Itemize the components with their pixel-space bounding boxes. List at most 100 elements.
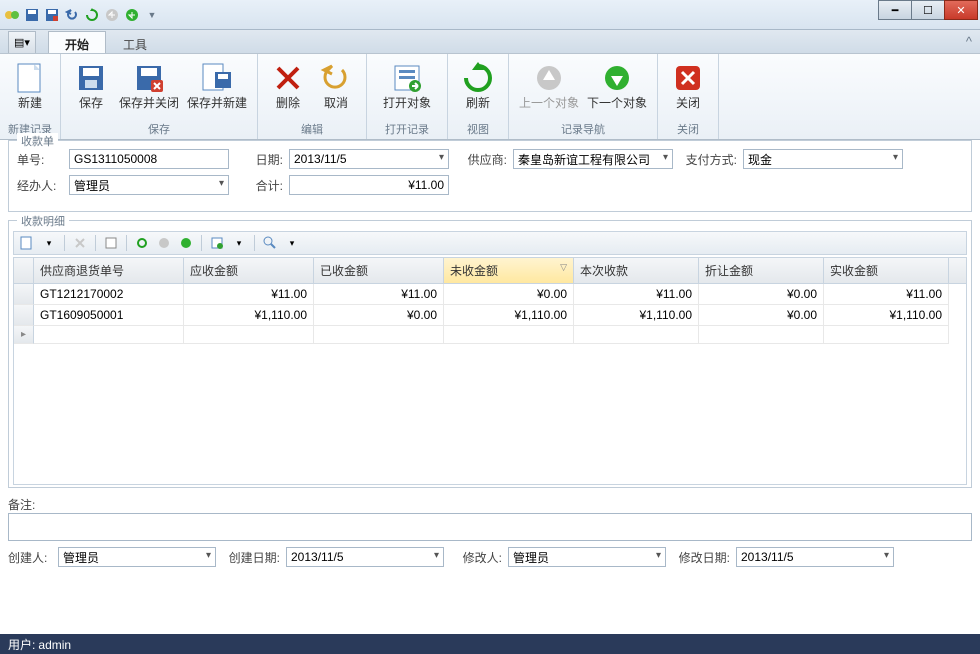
table-row[interactable]: GT1609050001 ¥1,110.00 ¥0.00 ¥1,110.00 ¥…: [14, 305, 966, 326]
header-fieldset: 收款单 单号: GS1311050008 日期: 2013/11/5 供应商: …: [8, 140, 972, 212]
col-thispay[interactable]: 本次收款: [574, 258, 699, 283]
ribbon: 新建 新建记录 保存 保存并关闭 保存并新建 保存 删除: [0, 54, 980, 140]
creator-input[interactable]: 管理员: [58, 547, 216, 567]
cell-due[interactable]: ¥1,110.00: [184, 305, 314, 326]
new-button[interactable]: 新建: [6, 58, 54, 121]
group-label-view: 视图: [467, 121, 489, 139]
maximize-button[interactable]: ☐: [911, 0, 945, 20]
content-area: 收款单 单号: GS1311050008 日期: 2013/11/5 供应商: …: [8, 140, 972, 634]
grid-toolbar: ▾ ▾ ▾: [13, 231, 967, 255]
cell-unreceived[interactable]: ¥0.00: [444, 284, 574, 305]
next-object-button[interactable]: 下一个对象: [583, 58, 651, 121]
quick-prev-icon[interactable]: [104, 7, 120, 23]
grid-header-indicator[interactable]: [14, 258, 34, 283]
cell-thispay[interactable]: ¥1,110.00: [574, 305, 699, 326]
save-close-button[interactable]: 保存并关闭: [115, 58, 183, 121]
handler-input[interactable]: 管理员: [69, 175, 229, 195]
down-arrow-icon: [601, 62, 633, 94]
quick-save-icon[interactable]: [24, 7, 40, 23]
filter-icon[interactable]: ▽: [560, 262, 567, 273]
grid-refresh-icon[interactable]: [133, 234, 151, 252]
save-button[interactable]: 保存: [67, 58, 115, 121]
cell-actual[interactable]: ¥1,110.00: [824, 305, 949, 326]
grid-header: 供应商退货单号 应收金额 已收金额 未收金额▽ 本次收款 折让金额 实收金额: [14, 258, 966, 284]
table-row-new[interactable]: ▸: [14, 326, 966, 344]
quick-undo-icon[interactable]: [64, 7, 80, 23]
grid-search-icon[interactable]: [261, 234, 279, 252]
col-actual[interactable]: 实收金额: [824, 258, 949, 283]
col-due[interactable]: 应收金额: [184, 258, 314, 283]
title-bar: ▼ ━ ☐ ✕: [0, 0, 980, 30]
total-input[interactable]: ¥11.00: [289, 175, 449, 195]
createdate-input[interactable]: 2013/11/5: [286, 547, 444, 567]
cell-returnno[interactable]: GT1609050001: [34, 305, 184, 326]
refresh-button[interactable]: 刷新: [454, 58, 502, 121]
col-received[interactable]: 已收金额: [314, 258, 444, 283]
ribbon-group-view: 刷新 视图: [448, 54, 509, 139]
cell-unreceived[interactable]: ¥1,110.00: [444, 305, 574, 326]
supplier-label: 供应商:: [455, 151, 507, 168]
save-new-icon: [201, 62, 233, 94]
tab-tools[interactable]: 工具: [106, 31, 164, 53]
app-menu-button[interactable]: ▤▾: [8, 31, 36, 53]
grid-body: GT1212170002 ¥11.00 ¥11.00 ¥0.00 ¥11.00 …: [14, 284, 966, 484]
delete-icon: [272, 62, 304, 94]
cell-received[interactable]: ¥11.00: [314, 284, 444, 305]
ribbon-collapse-icon[interactable]: ^: [966, 34, 972, 49]
group-label-open: 打开记录: [385, 121, 429, 139]
open-object-button[interactable]: 打开对象: [373, 58, 441, 121]
supplier-input[interactable]: 秦皇岛新谊工程有限公司: [513, 149, 673, 169]
paytype-label: 支付方式:: [679, 151, 737, 168]
date-input[interactable]: 2013/11/5: [289, 149, 449, 169]
cell-discount[interactable]: ¥0.00: [699, 305, 824, 326]
table-row[interactable]: GT1212170002 ¥11.00 ¥11.00 ¥0.00 ¥11.00 …: [14, 284, 966, 305]
grid-export-icon[interactable]: [208, 234, 226, 252]
col-unreceived[interactable]: 未收金额▽: [444, 258, 574, 283]
billno-input[interactable]: GS1311050008: [69, 149, 229, 169]
col-returnno[interactable]: 供应商退货单号: [34, 258, 184, 283]
status-user-label: 用户:: [8, 638, 35, 652]
cell-returnno[interactable]: GT1212170002: [34, 284, 184, 305]
grid-export-dropdown-icon[interactable]: ▾: [230, 234, 248, 252]
close-button[interactable]: 关闭: [664, 58, 712, 121]
save-new-button[interactable]: 保存并新建: [183, 58, 251, 121]
modifydate-input[interactable]: 2013/11/5: [736, 547, 894, 567]
grid-next-icon[interactable]: [177, 234, 195, 252]
refresh-icon: [462, 62, 494, 94]
cell-discount[interactable]: ¥0.00: [699, 284, 824, 305]
grid-delete-icon[interactable]: [71, 234, 89, 252]
new-icon: [14, 62, 46, 94]
cell-returnno[interactable]: [34, 326, 184, 344]
row-indicator: [14, 284, 34, 305]
ribbon-group-open: 打开对象 打开记录: [367, 54, 448, 139]
modifydate-label: 修改日期:: [672, 549, 730, 566]
quick-next-icon[interactable]: [124, 7, 140, 23]
cell-due[interactable]: ¥11.00: [184, 284, 314, 305]
undo-icon: [320, 62, 352, 94]
grid-open-icon[interactable]: [102, 234, 120, 252]
creator-label: 创建人:: [8, 549, 52, 566]
grid-new-dropdown-icon[interactable]: ▾: [40, 234, 58, 252]
tab-start[interactable]: 开始: [48, 31, 106, 53]
cell-thispay[interactable]: ¥11.00: [574, 284, 699, 305]
close-window-button[interactable]: ✕: [944, 0, 978, 20]
cell-actual[interactable]: ¥11.00: [824, 284, 949, 305]
modifier-input[interactable]: 管理员: [508, 547, 666, 567]
cell-received[interactable]: ¥0.00: [314, 305, 444, 326]
group-label-edit: 编辑: [301, 121, 323, 139]
grid-new-icon[interactable]: [18, 234, 36, 252]
handler-label: 经办人:: [17, 177, 63, 194]
quick-dropdown-icon[interactable]: ▼: [144, 7, 160, 23]
grid-prev-icon[interactable]: [155, 234, 173, 252]
quick-saveclose-icon[interactable]: [44, 7, 60, 23]
delete-button[interactable]: 删除: [264, 58, 312, 121]
status-bar: 用户: admin: [0, 634, 980, 654]
grid-search-dropdown-icon[interactable]: ▾: [283, 234, 301, 252]
remark-input[interactable]: [8, 513, 972, 541]
col-discount[interactable]: 折让金额: [699, 258, 824, 283]
quick-refresh-icon[interactable]: [84, 7, 100, 23]
paytype-input[interactable]: 现金: [743, 149, 903, 169]
minimize-button[interactable]: ━: [878, 0, 912, 20]
cancel-button[interactable]: 取消: [312, 58, 360, 121]
prev-object-button[interactable]: 上一个对象: [515, 58, 583, 121]
